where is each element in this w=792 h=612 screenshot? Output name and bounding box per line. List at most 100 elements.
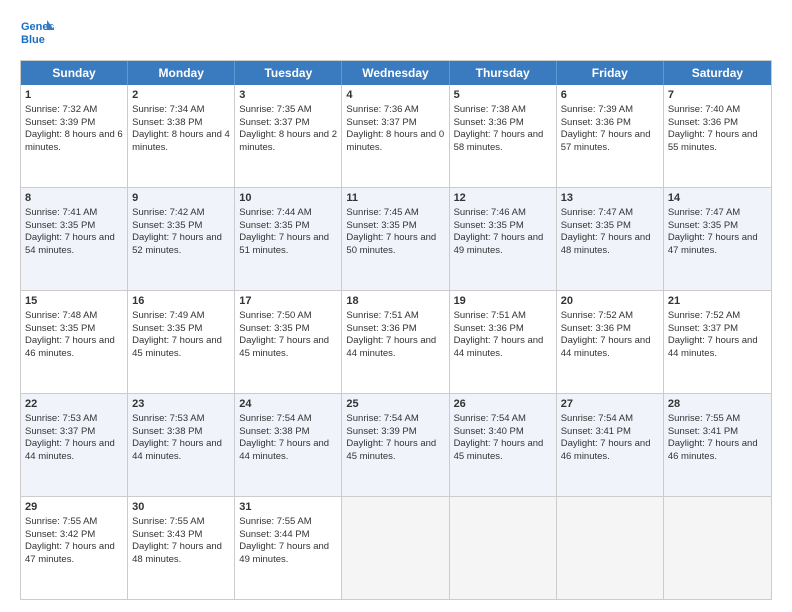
weekday-header: Thursday [450, 61, 557, 85]
calendar-cell: 25Sunrise: 7:54 AMSunset: 3:39 PMDayligh… [342, 394, 449, 496]
logo-icon: General Blue [20, 16, 54, 50]
calendar-cell: 19Sunrise: 7:51 AMSunset: 3:36 PMDayligh… [450, 291, 557, 393]
sunset: Sunset: 3:37 PM [25, 426, 123, 439]
sunrise: Sunrise: 7:55 AM [132, 516, 230, 529]
day-number: 3 [239, 88, 337, 103]
calendar-cell: 11Sunrise: 7:45 AMSunset: 3:35 PMDayligh… [342, 188, 449, 290]
daylight: Daylight: 7 hours and 44 minutes. [239, 438, 337, 464]
sunset: Sunset: 3:36 PM [561, 117, 659, 130]
calendar-cell: 21Sunrise: 7:52 AMSunset: 3:37 PMDayligh… [664, 291, 771, 393]
day-number: 23 [132, 397, 230, 412]
day-number: 16 [132, 294, 230, 309]
sunrise: Sunrise: 7:32 AM [25, 104, 123, 117]
calendar-cell: 28Sunrise: 7:55 AMSunset: 3:41 PMDayligh… [664, 394, 771, 496]
calendar-cell: 22Sunrise: 7:53 AMSunset: 3:37 PMDayligh… [21, 394, 128, 496]
sunrise: Sunrise: 7:47 AM [668, 207, 767, 220]
calendar-cell: 17Sunrise: 7:50 AMSunset: 3:35 PMDayligh… [235, 291, 342, 393]
sunrise: Sunrise: 7:52 AM [668, 310, 767, 323]
sunrise: Sunrise: 7:46 AM [454, 207, 552, 220]
daylight: Daylight: 7 hours and 44 minutes. [25, 438, 123, 464]
sunrise: Sunrise: 7:45 AM [346, 207, 444, 220]
sunset: Sunset: 3:36 PM [346, 323, 444, 336]
sunset: Sunset: 3:42 PM [25, 529, 123, 542]
sunset: Sunset: 3:39 PM [346, 426, 444, 439]
sunset: Sunset: 3:35 PM [239, 323, 337, 336]
sunset: Sunset: 3:35 PM [239, 220, 337, 233]
day-number: 21 [668, 294, 767, 309]
day-number: 17 [239, 294, 337, 309]
calendar-cell: 24Sunrise: 7:54 AMSunset: 3:38 PMDayligh… [235, 394, 342, 496]
daylight: Daylight: 7 hours and 45 minutes. [132, 335, 230, 361]
day-number: 15 [25, 294, 123, 309]
sunrise: Sunrise: 7:39 AM [561, 104, 659, 117]
calendar-cell: 26Sunrise: 7:54 AMSunset: 3:40 PMDayligh… [450, 394, 557, 496]
sunset: Sunset: 3:35 PM [454, 220, 552, 233]
daylight: Daylight: 8 hours and 2 minutes. [239, 129, 337, 155]
daylight: Daylight: 8 hours and 6 minutes. [25, 129, 123, 155]
calendar-page: General Blue SundayMondayTuesdayWednesda… [0, 0, 792, 612]
sunrise: Sunrise: 7:54 AM [454, 413, 552, 426]
calendar-week: 8Sunrise: 7:41 AMSunset: 3:35 PMDaylight… [21, 188, 771, 291]
weekday-header: Sunday [21, 61, 128, 85]
sunset: Sunset: 3:41 PM [561, 426, 659, 439]
sunrise: Sunrise: 7:42 AM [132, 207, 230, 220]
sunset: Sunset: 3:39 PM [25, 117, 123, 130]
sunrise: Sunrise: 7:44 AM [239, 207, 337, 220]
weekday-header: Tuesday [235, 61, 342, 85]
calendar-cell: 6Sunrise: 7:39 AMSunset: 3:36 PMDaylight… [557, 85, 664, 187]
daylight: Daylight: 7 hours and 54 minutes. [25, 232, 123, 258]
calendar-cell: 8Sunrise: 7:41 AMSunset: 3:35 PMDaylight… [21, 188, 128, 290]
header: General Blue [20, 16, 772, 50]
day-number: 25 [346, 397, 444, 412]
sunset: Sunset: 3:35 PM [132, 323, 230, 336]
calendar-cell: 23Sunrise: 7:53 AMSunset: 3:38 PMDayligh… [128, 394, 235, 496]
day-number: 19 [454, 294, 552, 309]
weekday-header: Wednesday [342, 61, 449, 85]
sunrise: Sunrise: 7:36 AM [346, 104, 444, 117]
daylight: Daylight: 7 hours and 48 minutes. [132, 541, 230, 567]
calendar-body: 1Sunrise: 7:32 AMSunset: 3:39 PMDaylight… [21, 85, 771, 599]
sunset: Sunset: 3:35 PM [25, 323, 123, 336]
daylight: Daylight: 7 hours and 48 minutes. [561, 232, 659, 258]
day-number: 24 [239, 397, 337, 412]
daylight: Daylight: 7 hours and 45 minutes. [239, 335, 337, 361]
day-number: 26 [454, 397, 552, 412]
calendar-cell [664, 497, 771, 599]
sunset: Sunset: 3:37 PM [668, 323, 767, 336]
calendar-cell: 1Sunrise: 7:32 AMSunset: 3:39 PMDaylight… [21, 85, 128, 187]
sunrise: Sunrise: 7:55 AM [668, 413, 767, 426]
day-number: 8 [25, 191, 123, 206]
daylight: Daylight: 7 hours and 47 minutes. [668, 232, 767, 258]
daylight: Daylight: 7 hours and 50 minutes. [346, 232, 444, 258]
day-number: 28 [668, 397, 767, 412]
daylight: Daylight: 7 hours and 57 minutes. [561, 129, 659, 155]
sunrise: Sunrise: 7:54 AM [346, 413, 444, 426]
day-number: 27 [561, 397, 659, 412]
day-number: 10 [239, 191, 337, 206]
calendar-cell: 3Sunrise: 7:35 AMSunset: 3:37 PMDaylight… [235, 85, 342, 187]
sunset: Sunset: 3:35 PM [561, 220, 659, 233]
sunrise: Sunrise: 7:51 AM [346, 310, 444, 323]
sunrise: Sunrise: 7:55 AM [25, 516, 123, 529]
day-number: 7 [668, 88, 767, 103]
calendar-cell: 29Sunrise: 7:55 AMSunset: 3:42 PMDayligh… [21, 497, 128, 599]
sunset: Sunset: 3:38 PM [239, 426, 337, 439]
calendar-cell: 13Sunrise: 7:47 AMSunset: 3:35 PMDayligh… [557, 188, 664, 290]
sunset: Sunset: 3:35 PM [668, 220, 767, 233]
calendar-cell: 16Sunrise: 7:49 AMSunset: 3:35 PMDayligh… [128, 291, 235, 393]
sunset: Sunset: 3:38 PM [132, 117, 230, 130]
sunrise: Sunrise: 7:50 AM [239, 310, 337, 323]
logo: General Blue [20, 16, 54, 50]
daylight: Daylight: 7 hours and 45 minutes. [346, 438, 444, 464]
sunset: Sunset: 3:37 PM [239, 117, 337, 130]
calendar-cell: 31Sunrise: 7:55 AMSunset: 3:44 PMDayligh… [235, 497, 342, 599]
sunset: Sunset: 3:38 PM [132, 426, 230, 439]
sunset: Sunset: 3:43 PM [132, 529, 230, 542]
daylight: Daylight: 7 hours and 46 minutes. [668, 438, 767, 464]
calendar-cell: 4Sunrise: 7:36 AMSunset: 3:37 PMDaylight… [342, 85, 449, 187]
sunset: Sunset: 3:36 PM [561, 323, 659, 336]
daylight: Daylight: 7 hours and 55 minutes. [668, 129, 767, 155]
calendar-cell [342, 497, 449, 599]
day-number: 20 [561, 294, 659, 309]
calendar: SundayMondayTuesdayWednesdayThursdayFrid… [20, 60, 772, 600]
